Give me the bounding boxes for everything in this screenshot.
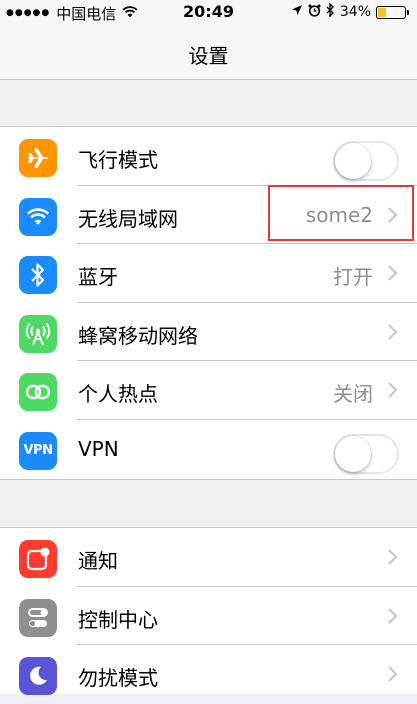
chevron-right-icon — [388, 607, 398, 624]
bluetooth-icon — [19, 256, 57, 294]
row-airplane-mode[interactable]: 飞行模式 — [0, 127, 417, 186]
chevron-right-icon — [388, 265, 398, 281]
chevron-right-icon — [388, 323, 398, 340]
row-label: 控制中心 — [78, 607, 158, 632]
chevron-right-icon — [388, 666, 398, 682]
row-bluetooth[interactable]: 蓝牙 打开 — [0, 244, 417, 303]
navigation-bar: 设置 — [0, 24, 417, 80]
battery-cap — [407, 9, 409, 15]
cellular-icon — [19, 314, 57, 353]
row-label: 蜂窝移动网络 — [78, 323, 198, 348]
vpn-toggle[interactable] — [333, 433, 399, 474]
chevron-right-icon — [388, 382, 398, 398]
row-vpn[interactable]: VPN VPN — [0, 420, 417, 479]
vpn-icon: VPN — [19, 431, 57, 470]
wifi-icon — [19, 197, 57, 236]
row-label: 蓝牙 — [78, 265, 118, 289]
row-label: VPN — [78, 436, 119, 461]
location-icon — [291, 4, 303, 20]
hotspot-value: 关闭 — [333, 382, 373, 406]
row-notifications[interactable]: 通知 — [0, 528, 417, 587]
vpn-icon-text: VPN — [23, 443, 53, 458]
settings-group-connectivity: 飞行模式 无线局域网 some2 蓝牙 打开 蜂窝移动网络 个人热点 关闭 VP… — [0, 126, 417, 480]
row-label: 无线局域网 — [78, 206, 178, 231]
row-label: 勿扰模式 — [78, 666, 158, 690]
chevron-right-icon — [388, 549, 398, 565]
battery-percent: 34% — [339, 4, 371, 20]
row-label: 通知 — [78, 549, 118, 573]
row-cellular[interactable]: 蜂窝移动网络 — [0, 303, 417, 362]
row-do-not-disturb[interactable]: 勿扰模式 — [0, 645, 417, 704]
notifications-icon — [19, 540, 57, 578]
bluetooth-status-icon — [326, 2, 335, 21]
row-label: 个人热点 — [78, 382, 158, 406]
airplane-mode-toggle[interactable] — [333, 141, 399, 181]
control-center-icon — [19, 598, 57, 637]
row-personal-hotspot[interactable]: 个人热点 关闭 — [0, 361, 417, 420]
battery-icon — [376, 5, 406, 19]
highlight-annotation — [268, 185, 414, 241]
hotspot-icon — [19, 373, 57, 411]
status-bar: ●●●●● 中国电信 20:49 34% — [0, 0, 417, 24]
airplane-icon — [19, 139, 57, 177]
row-control-center[interactable]: 控制中心 — [0, 587, 417, 646]
status-right: 34% — [286, 2, 409, 21]
alarm-icon — [308, 4, 321, 21]
page-title: 设置 — [188, 44, 229, 68]
battery-level — [378, 7, 387, 17]
row-label: 飞行模式 — [78, 148, 158, 172]
toggle-knob — [335, 435, 371, 472]
settings-group-system: 通知 控制中心 勿扰模式 — [0, 527, 417, 695]
toggle-knob — [335, 143, 371, 179]
bluetooth-value: 打开 — [333, 265, 373, 289]
moon-icon — [19, 657, 57, 695]
